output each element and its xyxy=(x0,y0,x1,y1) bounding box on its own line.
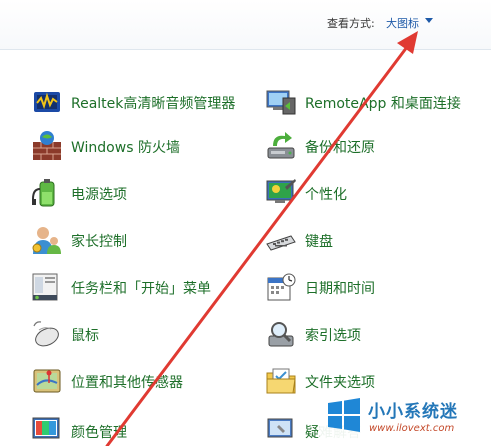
troubleshooting-icon xyxy=(265,415,297,446)
parental-controls-icon xyxy=(31,224,63,256)
realtek-audio-icon xyxy=(31,86,63,118)
view-by-dropdown[interactable]: 大图标 xyxy=(386,15,419,31)
keyboard-icon xyxy=(265,224,297,256)
backup-restore-icon xyxy=(265,130,297,162)
calendar-clock-icon xyxy=(265,271,297,303)
item-label: 键盘 xyxy=(305,234,333,250)
location-sensors-icon xyxy=(31,365,63,397)
item-label: 颜色管理 xyxy=(71,425,127,441)
item-label: 备份和还原 xyxy=(305,140,375,156)
view-toolbar: 查看方式: 大图标 xyxy=(0,0,491,50)
item-label: 文件夹选项 xyxy=(305,375,375,391)
indexing-icon xyxy=(265,318,297,350)
site-watermark: 小小系统迷 www.ilovext.com xyxy=(320,390,491,446)
item-label: Realtek高清晰音频管理器 xyxy=(71,96,236,112)
mouse-icon xyxy=(31,318,63,350)
view-by-label: 查看方式: xyxy=(327,17,375,30)
power-options-icon xyxy=(31,177,63,209)
remoteapp-icon xyxy=(265,86,297,118)
color-management-icon xyxy=(31,415,63,446)
item-label: 位置和其他传感器 xyxy=(71,375,183,391)
item-label: 日期和时间 xyxy=(305,281,375,297)
taskbar-icon xyxy=(31,271,63,303)
windows-logo-icon xyxy=(328,398,360,432)
item-label: 家长控制 xyxy=(71,234,127,250)
dropdown-arrow-icon[interactable] xyxy=(425,18,433,23)
control-panel-window: 查看方式: 大图标 Realtek高清晰音频管理器 RemoteApp 和桌面连… xyxy=(0,0,491,446)
item-label: 索引选项 xyxy=(305,328,361,344)
item-label: Windows 防火墙 xyxy=(71,140,180,156)
watermark-title: 小小系统迷 xyxy=(368,402,458,422)
personalization-icon xyxy=(265,177,297,209)
item-label: 任务栏和「开始」菜单 xyxy=(71,281,211,297)
watermark-url: www.ilovext.com xyxy=(369,423,455,434)
firewall-icon xyxy=(31,130,63,162)
folder-options-icon xyxy=(265,365,297,397)
item-label: 个性化 xyxy=(305,187,347,203)
item-label: 鼠标 xyxy=(71,328,99,344)
item-label: RemoteApp 和桌面连接 xyxy=(305,96,461,112)
item-label: 电源选项 xyxy=(71,187,127,203)
